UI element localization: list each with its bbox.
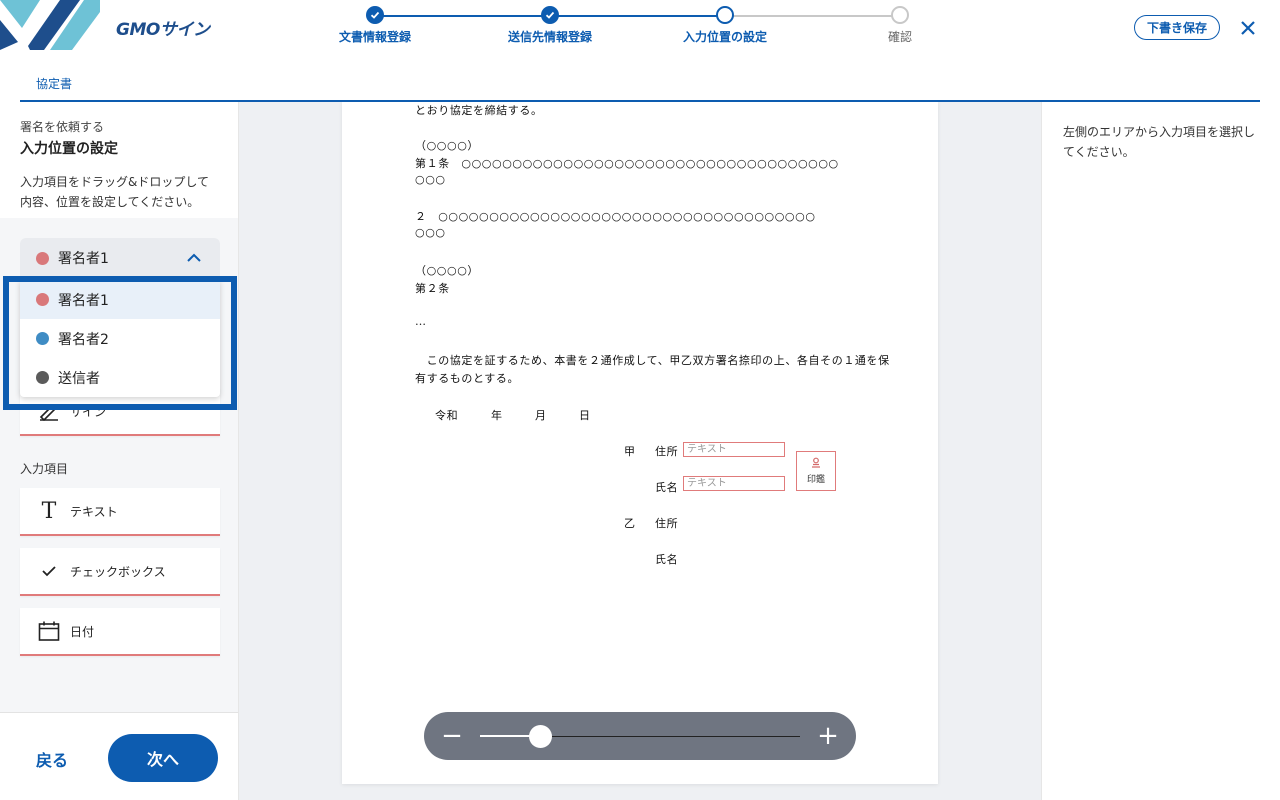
doc-line: 有するものとする。 bbox=[415, 372, 520, 385]
step-document-info: 文書情報登録 bbox=[295, 6, 455, 45]
panel-footer: 戻る 次へ bbox=[0, 712, 238, 800]
left-panel: 署名を依頼する 入力位置の設定 入力項目をドラッグ&ドロップして 内容、位置を設… bbox=[0, 102, 239, 800]
doc-line: この協定を証するため、本書を２通作成して、甲乙双方署名捺印の上、各自その１通を保 bbox=[415, 354, 890, 367]
date-month: 月 bbox=[535, 409, 547, 422]
highlight-frame bbox=[3, 276, 237, 410]
chevron-up-icon bbox=[187, 253, 201, 262]
doc-line: 第１条 ○○○○○○○○○○○○○○○○○○○○○○○○○○○○○○○○○○○○… bbox=[415, 157, 839, 170]
date-era: 令和 bbox=[435, 409, 459, 422]
back-button[interactable]: 戻る bbox=[36, 747, 68, 771]
field-checkbox[interactable]: チェックボックス bbox=[20, 548, 220, 596]
field-text[interactable]: T テキスト bbox=[20, 488, 220, 536]
field-date[interactable]: 日付 bbox=[20, 608, 220, 656]
properties-hint: 左側のエリアから入力項目を選択してください。 bbox=[1063, 125, 1256, 159]
current-step-icon bbox=[716, 6, 734, 24]
step-recipient-info: 送信先情報登録 bbox=[470, 6, 630, 45]
address-label: 住所 bbox=[655, 445, 679, 458]
doc-line: ○○○ bbox=[415, 226, 446, 239]
document-page: とおり協定を締結する。 （○○○○） 第１条 ○○○○○○○○○○○○○○○○○… bbox=[342, 102, 938, 784]
doc-line: （○○○○） bbox=[415, 264, 479, 277]
name-label: 氏名 bbox=[655, 553, 679, 566]
text-field-address[interactable]: テキスト bbox=[683, 442, 785, 457]
step-confirm: 確認 bbox=[820, 6, 980, 45]
input-items-label: 入力項目 bbox=[20, 462, 69, 476]
date-year: 年 bbox=[491, 409, 503, 422]
zoom-out-button[interactable]: − bbox=[436, 720, 468, 752]
document-tab-bar: 協定書 bbox=[20, 60, 1260, 102]
text-field-name[interactable]: テキスト bbox=[683, 476, 785, 491]
zoom-control: − + bbox=[424, 712, 856, 760]
signer-color-dot bbox=[36, 251, 49, 265]
check-icon bbox=[38, 560, 60, 582]
right-panel: 左側のエリアから入力項目を選択してください。 bbox=[1041, 102, 1280, 800]
zoom-in-button[interactable]: + bbox=[812, 720, 844, 752]
name-label: 氏名 bbox=[655, 481, 679, 494]
document-preview-area: とおり協定を締結する。 （○○○○） 第１条 ○○○○○○○○○○○○○○○○○… bbox=[239, 102, 1041, 800]
doc-line: とおり協定を締結する。 bbox=[415, 104, 543, 117]
doc-line: （○○○○） bbox=[415, 139, 479, 152]
pending-step-icon bbox=[891, 6, 909, 24]
save-draft-button[interactable]: 下書き保存 bbox=[1134, 15, 1220, 40]
doc-line: … bbox=[415, 315, 427, 328]
panel-description: 入力項目をドラッグ&ドロップして 内容、位置を設定してください。 bbox=[20, 175, 209, 209]
stamp-icon bbox=[797, 457, 835, 472]
seal-field[interactable]: 印鑑 bbox=[796, 451, 836, 491]
address-label: 住所 bbox=[655, 517, 679, 530]
party-b-label: 乙 bbox=[624, 517, 636, 530]
panel-header: 署名を依頼する 入力位置の設定 入力項目をドラッグ&ドロップして 内容、位置を設… bbox=[0, 102, 238, 212]
zoom-slider-handle[interactable] bbox=[529, 725, 552, 748]
header: GMOサイン 文書情報登録 送信先情報登録 入力位置の設定 確認 下書き保存 bbox=[0, 0, 1280, 60]
doc-line: ○○○ bbox=[415, 173, 446, 186]
progress-steps: 文書情報登録 送信先情報登録 入力位置の設定 確認 bbox=[330, 6, 950, 56]
tab-document[interactable]: 協定書 bbox=[36, 75, 72, 92]
text-icon: T bbox=[41, 498, 57, 524]
panel-title: 入力位置の設定 bbox=[20, 141, 118, 157]
close-icon[interactable] bbox=[1236, 14, 1260, 42]
step-input-position: 入力位置の設定 bbox=[645, 6, 805, 45]
signer-select[interactable]: 署名者1 bbox=[20, 238, 220, 278]
next-button[interactable]: 次へ bbox=[108, 734, 218, 782]
date-day: 日 bbox=[579, 409, 591, 422]
party-a-label: 甲 bbox=[624, 445, 636, 458]
doc-line: ２ ○○○○○○○○○○○○○○○○○○○○○○○○○○○○○○○○○○○○○ bbox=[415, 210, 816, 223]
calendar-icon bbox=[38, 620, 60, 642]
panel-subtitle: 署名を依頼する bbox=[20, 120, 105, 134]
brand-logo: GMOサイン bbox=[116, 20, 210, 40]
doc-line: 第２条 bbox=[415, 282, 450, 295]
brand-logo-mark bbox=[0, 0, 100, 50]
check-icon bbox=[541, 6, 559, 24]
check-icon bbox=[366, 6, 384, 24]
